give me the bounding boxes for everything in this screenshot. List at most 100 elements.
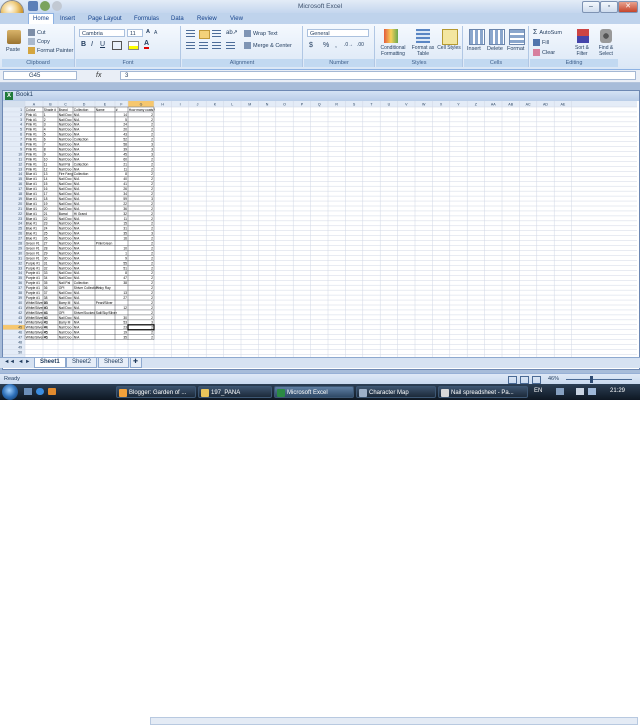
fill-color-icon[interactable] — [128, 41, 139, 50]
italic-button[interactable]: I — [91, 41, 93, 48]
table-header-cell[interactable]: Shade # — [44, 108, 56, 112]
table-cell[interactable]: 11 — [44, 162, 48, 166]
table-cell[interactable]: N/A — [74, 331, 80, 335]
table-cell[interactable]: 2 — [151, 133, 153, 137]
row-header[interactable]: 17 — [18, 187, 22, 191]
row-header[interactable]: 29 — [18, 246, 22, 250]
table-cell[interactable]: 2 — [151, 207, 153, 211]
table-cell[interactable]: Blue #1 — [26, 237, 37, 241]
table-cell[interactable]: Nail Doo — [59, 261, 72, 265]
column-header[interactable]: N — [266, 103, 269, 107]
column-header[interactable]: AE — [561, 103, 566, 107]
table-cell[interactable]: N/A — [74, 266, 80, 270]
zoom-slider[interactable] — [566, 379, 632, 380]
cell-styles-icon[interactable] — [442, 29, 458, 45]
table-cell[interactable]: Nail Doo — [59, 202, 72, 206]
table-cell[interactable]: 47 — [123, 276, 127, 280]
column-header[interactable]: W — [422, 103, 426, 107]
tab-insert[interactable]: Insert — [56, 14, 79, 24]
table-cell[interactable]: 10 — [123, 246, 127, 250]
task-folder[interactable]: 197_PANA — [198, 386, 272, 398]
table-cell[interactable]: N/A — [74, 152, 80, 156]
restore-button[interactable]: ▫ — [600, 1, 618, 13]
table-cell[interactable]: Nail Doo — [59, 256, 72, 260]
clear-button[interactable]: Clear — [533, 49, 555, 56]
tab-sheet1[interactable]: Sheet1 — [34, 358, 66, 368]
conditional-formatting-button[interactable]: Conditional Formatting — [377, 45, 409, 57]
align-top-icon[interactable] — [186, 30, 195, 37]
table-cell[interactable]: 23 — [123, 326, 127, 330]
table-cell[interactable]: Nail Doo — [59, 133, 72, 137]
format-as-table-button[interactable]: Format as Table — [410, 45, 436, 57]
tab-view[interactable]: View — [226, 14, 247, 24]
table-cell[interactable]: 29 — [44, 251, 48, 255]
table-header-cell[interactable]: # — [116, 108, 118, 112]
table-cell[interactable]: Nail Doo — [59, 232, 72, 236]
row-header[interactable]: 1 — [20, 108, 22, 112]
table-cell[interactable]: Nail Doo — [59, 143, 72, 147]
table-cell[interactable]: 2 — [151, 281, 153, 285]
table-cell[interactable]: 2 — [151, 237, 153, 241]
row-header[interactable]: 34 — [18, 271, 22, 275]
table-cell[interactable]: 16 — [123, 237, 127, 241]
row-header[interactable]: 38 — [18, 291, 22, 295]
table-cell[interactable]: 59 — [123, 197, 127, 201]
table-cell[interactable]: 2 — [151, 271, 153, 275]
table-cell[interactable]: N/A — [74, 232, 80, 236]
column-header[interactable]: Q — [318, 103, 321, 107]
decrease-decimal-icon[interactable]: .00 — [357, 42, 364, 48]
table-cell[interactable]: N/A — [74, 321, 80, 325]
table-cell[interactable]: N/A — [74, 217, 80, 221]
table-cell[interactable]: Purple #1 — [26, 276, 40, 280]
table-cell[interactable]: 11 — [124, 217, 128, 221]
increase-decimal-icon[interactable]: .0→ — [344, 42, 353, 48]
page-layout-view-icon[interactable] — [520, 376, 529, 384]
table-cell[interactable]: 7 — [44, 143, 46, 147]
row-header[interactable]: 36 — [18, 281, 22, 285]
table-cell[interactable]: 30 — [123, 316, 127, 320]
table-cell[interactable]: 51 — [123, 266, 127, 270]
table-cell[interactable]: 24 — [44, 227, 48, 231]
comma-icon[interactable]: , — [335, 42, 337, 49]
spreadsheet-grid[interactable]: A B C D E F G H I J K L M N O P Q R S T U V W X Y Z AA AB AC AD AE1234… — [3, 101, 637, 357]
table-cell[interactable]: 2 — [151, 192, 153, 196]
row-header[interactable]: 8 — [20, 143, 22, 147]
table-cell[interactable]: 13 — [123, 291, 127, 295]
table-cell[interactable]: 9 — [44, 152, 46, 156]
table-cell[interactable]: 2 — [151, 118, 153, 122]
row-header[interactable]: 23 — [18, 217, 22, 221]
insert-function-button[interactable]: fx — [96, 71, 112, 80]
column-header[interactable]: AB — [508, 103, 513, 107]
table-cell[interactable]: Pink #1 — [26, 143, 37, 147]
column-header[interactable]: I — [180, 103, 181, 107]
table-cell[interactable]: OPI — [59, 311, 65, 315]
table-cell[interactable]: Blue #1 — [26, 227, 37, 231]
table-cell[interactable]: N/A — [74, 261, 80, 265]
paste-button[interactable]: Paste — [6, 47, 20, 53]
paste-icon[interactable] — [7, 30, 21, 44]
table-cell[interactable]: 8 — [125, 172, 127, 176]
task-charmap[interactable]: Character Map — [356, 386, 436, 398]
table-cell[interactable]: 39 — [44, 301, 48, 305]
table-cell[interactable]: Blue #1 — [26, 172, 37, 176]
table-cell[interactable]: Pink #1 — [26, 167, 37, 171]
row-header[interactable]: 15 — [18, 177, 22, 181]
table-cell[interactable]: 37 — [44, 291, 48, 295]
close-button[interactable]: ✕ — [618, 1, 638, 13]
merge-center-button[interactable]: Merge & Center — [244, 42, 292, 49]
tab-page-layout[interactable]: Page Layout — [84, 14, 126, 24]
table-cell[interactable]: Barral — [59, 212, 68, 216]
cell-styles-button[interactable]: Cell Styles — [437, 45, 461, 51]
table-cell[interactable]: 2 — [151, 202, 153, 206]
table-cell[interactable]: Sail/Sky/Silver — [96, 311, 118, 315]
table-cell[interactable]: N/A — [74, 113, 80, 117]
table-cell[interactable]: Nail Doo — [59, 251, 72, 255]
row-header[interactable]: 49 — [18, 345, 22, 349]
table-cell[interactable]: 26 — [44, 237, 48, 241]
row-header[interactable]: 24 — [18, 222, 22, 226]
column-header[interactable]: R — [335, 103, 338, 107]
align-middle-icon[interactable] — [199, 30, 210, 39]
table-cell[interactable]: OPI — [59, 286, 65, 290]
table-cell[interactable]: 4 — [44, 128, 46, 132]
tray-icon[interactable] — [556, 388, 564, 395]
